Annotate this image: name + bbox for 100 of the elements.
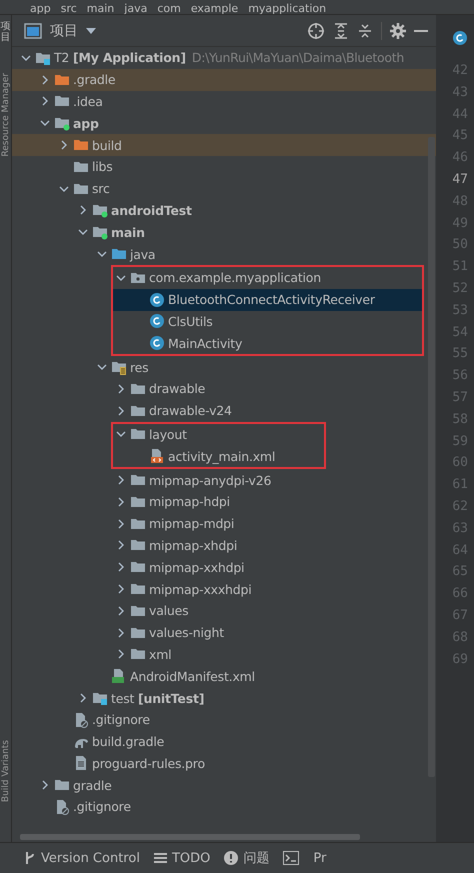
tree-row[interactable]: drawable	[12, 378, 436, 400]
terminal-icon	[283, 851, 300, 865]
tree-row[interactable]: build	[12, 134, 436, 156]
tree-row[interactable]: values	[12, 600, 436, 622]
tree-item-label: mipmap-mdpi	[149, 516, 234, 532]
tree-row[interactable]: .gradle	[12, 68, 436, 91]
breadcrumb[interactable]: main	[86, 3, 114, 14]
tree-item-label: values	[149, 603, 188, 618]
tree-item-label: xml	[149, 646, 172, 662]
tool-window-label[interactable]: Resource Manager	[0, 73, 10, 157]
tree-item-label: mipmap-hdpi	[149, 494, 230, 510]
tree-row[interactable]: build.gradle	[12, 730, 436, 752]
tool-window-label[interactable]: 项目	[0, 21, 10, 43]
breadcrumb[interactable]: app	[30, 3, 51, 14]
tree-row[interactable]: mipmap-mdpi	[12, 512, 436, 535]
ignore-file-icon	[73, 712, 89, 728]
tree-item-label: main	[111, 224, 145, 240]
tree-item-label: .gradle	[73, 72, 116, 88]
settings-icon	[390, 22, 406, 38]
tree-row[interactable]: gradle	[12, 774, 436, 796]
tree-row[interactable]: mipmap-xxxhdpi	[12, 578, 436, 600]
resource-folder-icon	[111, 359, 127, 376]
breadcrumb[interactable]: com	[157, 3, 181, 14]
class-icon	[149, 335, 165, 352]
panel-title[interactable]: 项目	[50, 22, 78, 40]
collapse-all-icon	[357, 22, 373, 38]
tree-item-label: res	[130, 360, 148, 375]
tree-row[interactable]: values-night	[12, 622, 436, 644]
tree-row[interactable]: MainActivity	[113, 332, 422, 354]
tree-item-label: com.example.myapplication	[149, 270, 321, 286]
breadcrumb[interactable]: myapplication	[248, 3, 326, 14]
scrollbar[interactable]	[20, 834, 360, 840]
module-folder-icon	[92, 202, 108, 218]
tree-item-label: ClsUtils	[168, 314, 213, 329]
breadcrumb[interactable]: java	[124, 3, 148, 14]
scrollbar[interactable]	[428, 137, 435, 777]
tree-row[interactable]: proguard-rules.pro	[12, 752, 436, 774]
line-number: 47	[452, 170, 468, 189]
exclamation-icon	[224, 851, 238, 865]
module-folder-icon	[54, 115, 70, 132]
tree-item-label: activity_main.xml	[168, 448, 276, 464]
tree-item-label: build.gradle	[92, 734, 164, 750]
tree-item-label: T2 [My Application]	[54, 50, 186, 66]
breadcrumb[interactable]: src	[60, 3, 77, 14]
test-folder-icon	[92, 690, 108, 706]
project-path: D:\YunRui\MaYuan\Daima\Bluetooth	[192, 50, 404, 66]
tree-item-label: build	[92, 138, 122, 153]
tree-row[interactable]: src	[12, 178, 436, 200]
tree-item-label: layout	[149, 426, 187, 442]
layout-file-icon	[149, 448, 165, 464]
tree-row[interactable]: .gitignore	[12, 796, 436, 818]
tree-row[interactable]: activity_main.xml	[113, 445, 324, 468]
ignore-file-icon	[54, 798, 70, 815]
tree-row[interactable]: .gitignore	[12, 708, 436, 731]
tree-row[interactable]: ClsUtils	[113, 310, 422, 332]
expand-all-icon	[333, 22, 349, 38]
class-icon	[149, 313, 165, 330]
tree-item-label: .gitignore	[73, 799, 131, 814]
tree-item-label: drawable-v24	[149, 403, 232, 418]
tree-item-label: app	[73, 116, 99, 131]
tree-row[interactable]: drawable-v24	[12, 400, 436, 422]
tree-row[interactable]: layout	[113, 424, 324, 446]
tree-row[interactable]: androidTest	[12, 200, 436, 222]
tree-row[interactable]: mipmap-xhdpi	[12, 534, 436, 556]
tree-row[interactable]: mipmap-anydpi-v26	[12, 469, 436, 491]
tree-row[interactable]: res	[12, 356, 436, 378]
minimize-icon	[414, 28, 428, 32]
manifest-file-icon	[111, 668, 127, 684]
module-folder-icon	[92, 224, 108, 240]
tree-row[interactable]: test [unitTest]	[12, 687, 436, 709]
caret-down-icon	[86, 28, 96, 34]
tool-window-tab[interactable]: Pr	[313, 850, 326, 866]
tree-item-label: src	[92, 181, 110, 196]
tree-item-label: .idea	[73, 94, 103, 109]
tree-row[interactable]: java	[12, 243, 436, 265]
selected-tree-row[interactable]: BluetoothConnectActivityReceiver	[113, 288, 422, 311]
tool-window-tab[interactable]: TODO	[154, 850, 210, 866]
window-icon	[24, 22, 42, 38]
tree-row[interactable]: xml	[12, 644, 436, 666]
tree-row[interactable]: T2 [My Application] D:\YunRui\MaYuan\Daima\Bluetooth	[12, 47, 436, 69]
tree-row[interactable]: app	[12, 112, 436, 134]
tree-row[interactable]: mipmap-xxhdpi	[12, 556, 436, 578]
tree-row[interactable]: .idea	[12, 90, 436, 112]
tree-item-label: BluetoothConnectActivityReceiver	[168, 292, 375, 308]
tool-window-tab[interactable]: Version Control	[24, 850, 140, 866]
tree-row[interactable]: libs	[12, 156, 436, 178]
tool-window-label[interactable]: Build Variants	[0, 740, 10, 802]
tree-item-label: libs	[92, 159, 113, 174]
tree-item-label: MainActivity	[168, 336, 242, 351]
tree-row[interactable]: main	[12, 221, 436, 244]
tool-window-tab[interactable]: 问题	[224, 849, 270, 867]
tree-item-label: values-night	[149, 625, 224, 640]
text-file-icon	[73, 755, 89, 772]
breadcrumb[interactable]: example	[190, 3, 238, 14]
list-icon	[154, 852, 167, 864]
tree-row[interactable]: mipmap-hdpi	[12, 490, 436, 513]
tree-item-label: test [unitTest]	[111, 690, 204, 706]
tree-item-label: drawable	[149, 381, 206, 396]
tree-row[interactable]: AndroidManifest.xml	[12, 665, 436, 688]
tree-row[interactable]: com.example.myapplication	[113, 266, 422, 289]
